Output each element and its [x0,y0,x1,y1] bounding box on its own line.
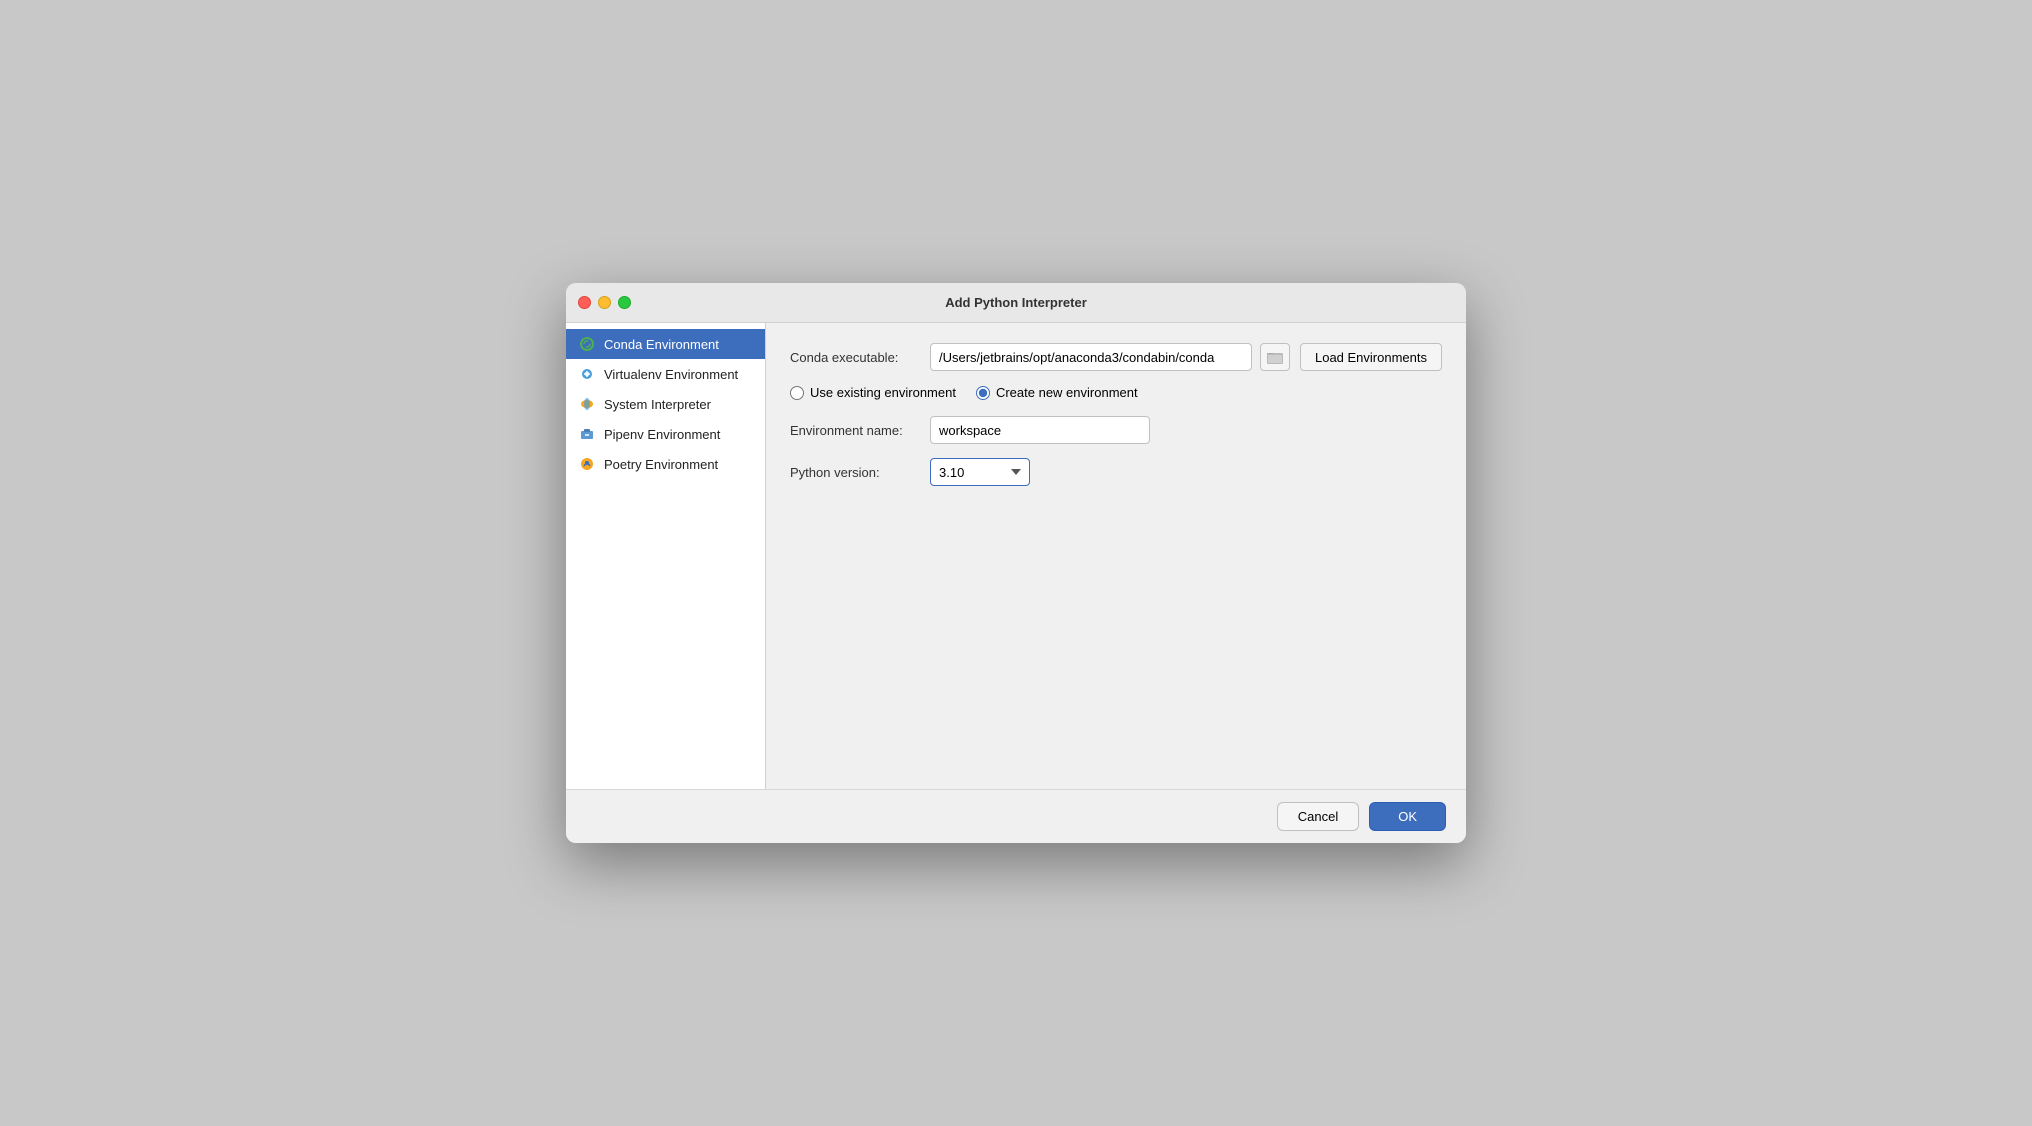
use-existing-label: Use existing environment [810,385,956,400]
minimize-button[interactable] [598,296,611,309]
virtualenv-icon [578,365,596,383]
ok-button[interactable]: OK [1369,802,1446,831]
sidebar-label-pipenv: Pipenv Environment [604,427,720,442]
create-new-label: Create new environment [996,385,1138,400]
sidebar: Conda Environment Virtualenv Environment [566,323,766,789]
conda-executable-row: Conda executable: Load Environments [790,343,1442,371]
environment-name-label: Environment name: [790,423,920,438]
dialog-title: Add Python Interpreter [945,295,1087,310]
sidebar-label-system: System Interpreter [604,397,711,412]
python-version-select[interactable]: 3.10 3.9 3.8 3.7 3.6 [930,458,1030,486]
sidebar-item-system[interactable]: System Interpreter [566,389,765,419]
system-icon [578,395,596,413]
browse-button[interactable] [1260,343,1290,371]
use-existing-option[interactable]: Use existing environment [790,385,956,400]
sidebar-label-conda: Conda Environment [604,337,719,352]
create-new-radio[interactable] [976,386,990,400]
sidebar-label-virtualenv: Virtualenv Environment [604,367,738,382]
pipenv-icon [578,425,596,443]
load-environments-button[interactable]: Load Environments [1300,343,1442,371]
dialog-body: Conda Environment Virtualenv Environment [566,323,1466,789]
python-version-row: Python version: 3.10 3.9 3.8 3.7 3.6 [790,458,1442,486]
sidebar-item-virtualenv[interactable]: Virtualenv Environment [566,359,765,389]
sidebar-item-conda[interactable]: Conda Environment [566,329,765,359]
conda-executable-label: Conda executable: [790,350,920,365]
title-bar: Add Python Interpreter [566,283,1466,323]
conda-icon [578,335,596,353]
traffic-lights [578,296,631,309]
create-new-option[interactable]: Create new environment [976,385,1138,400]
cancel-button[interactable]: Cancel [1277,802,1359,831]
add-python-interpreter-dialog: Add Python Interpreter Conda Environment [566,283,1466,843]
sidebar-label-poetry: Poetry Environment [604,457,718,472]
dialog-footer: Cancel OK [566,789,1466,843]
sidebar-item-pipenv[interactable]: Pipenv Environment [566,419,765,449]
conda-path-input[interactable] [930,343,1252,371]
conda-path-container [930,343,1290,371]
main-content: Conda executable: Load Environments [766,323,1466,789]
maximize-button[interactable] [618,296,631,309]
poetry-icon [578,455,596,473]
environment-type-row: Use existing environment Create new envi… [790,385,1442,400]
sidebar-item-poetry[interactable]: Poetry Environment [566,449,765,479]
environment-name-input[interactable] [930,416,1150,444]
python-version-label: Python version: [790,465,920,480]
close-button[interactable] [578,296,591,309]
use-existing-radio[interactable] [790,386,804,400]
folder-icon [1267,350,1283,364]
environment-name-row: Environment name: [790,416,1442,444]
